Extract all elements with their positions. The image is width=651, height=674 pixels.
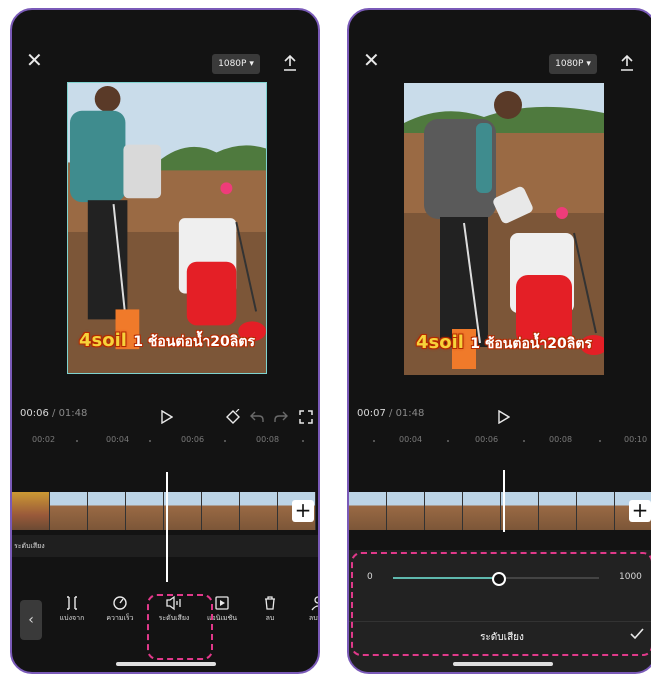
clip-thumbnail	[240, 492, 278, 530]
tool-delete[interactable]: ลบ	[246, 595, 294, 624]
resolution-dropdown[interactable]: 1080P ▾	[212, 54, 260, 74]
time-total: 01:48	[395, 408, 425, 419]
ruler-dot	[302, 440, 304, 442]
caption-main: 4soil	[79, 330, 127, 351]
clip-thumbnail	[164, 492, 202, 530]
play-icon[interactable]	[161, 410, 173, 424]
time-separator: /	[48, 408, 59, 419]
clip-thumbnail	[12, 492, 50, 530]
tool-remove-background[interactable]: ลบพื้น	[294, 595, 318, 624]
tool-label: ลบ	[265, 614, 275, 622]
clip-thumbnail	[126, 492, 164, 530]
ruler-dot	[523, 440, 525, 442]
clip-thumbnail	[50, 492, 88, 530]
clip-thumbnail	[577, 492, 615, 530]
video-caption: 4soil 1 ช้อนต่อน้ำ20ลิตร	[408, 332, 600, 355]
clip-thumbnail	[349, 492, 387, 530]
caption-rest: 1 ช้อนต่อน้ำ20ลิตร	[470, 336, 592, 352]
clip-thumbnail	[463, 492, 501, 530]
remove-bg-icon	[311, 596, 318, 611]
video-caption: 4soil 1 ช้อนต่อน้ำ20ลิตร	[72, 330, 262, 353]
export-icon[interactable]	[619, 54, 635, 72]
clip-thumbnail	[501, 492, 539, 530]
add-clip-button[interactable]: +	[292, 500, 314, 522]
ruler-tick: 00:02	[32, 435, 56, 444]
time-separator: /	[385, 408, 396, 419]
resolution-label: 1080P	[218, 59, 247, 69]
volume-tool-highlight	[147, 594, 213, 660]
audio-track[interactable]: ระดับเสียง	[12, 535, 318, 557]
split-icon	[67, 596, 77, 610]
tool-label: ความเร็ว	[106, 614, 134, 622]
speed-icon	[113, 596, 127, 610]
tool-label: แบ่งจาก	[59, 614, 85, 622]
ruler-tick: 00:04	[106, 435, 130, 444]
time-current: 00:07	[357, 408, 386, 419]
delete-icon	[265, 596, 275, 610]
ruler-tick: 00:06	[181, 435, 205, 444]
volume-panel-highlight	[351, 552, 651, 656]
timeline-ruler: 00:02 00:04 00:06 00:08	[12, 435, 318, 449]
fullscreen-icon[interactable]	[299, 410, 313, 424]
ruler-dot	[447, 440, 449, 442]
timecode: 00:06 / 01:48	[20, 408, 87, 419]
add-clip-button[interactable]: +	[629, 500, 651, 522]
right-phone-screen: ✕ 1080P ▾ 4soil 1 ช้อนต่อน้ำ20ลิตร 00:07…	[347, 8, 651, 674]
undo-icon[interactable]	[250, 411, 264, 423]
export-icon[interactable]	[282, 54, 298, 72]
video-preview[interactable]: 4soil 1 ช้อนต่อน้ำ20ลิตร	[67, 82, 267, 374]
ruler-dot	[599, 440, 601, 442]
ruler-tick: 00:10	[624, 435, 648, 444]
ruler-dot	[373, 440, 375, 442]
ruler-dot	[76, 440, 78, 442]
tool-split[interactable]: แบ่งจาก	[48, 595, 96, 624]
keyframe-icon[interactable]	[225, 409, 241, 425]
caption-rest: 1 ช้อนต่อน้ำ20ลิตร	[133, 334, 255, 350]
animation-icon	[215, 596, 229, 610]
ruler-tick: 00:08	[549, 435, 573, 444]
ruler-tick: 00:04	[399, 435, 423, 444]
playhead[interactable]	[166, 472, 168, 582]
resolution-label: 1080P	[555, 59, 584, 69]
play-icon[interactable]	[498, 410, 510, 424]
timeline-ruler: 00:04 00:06 00:08 00:10	[349, 435, 651, 449]
clip-thumbnail	[88, 492, 126, 530]
clip-thumbnail	[539, 492, 577, 530]
home-indicator	[116, 662, 216, 666]
timecode: 00:07 / 01:48	[357, 408, 424, 419]
clip-thumbnail	[202, 492, 240, 530]
redo-icon[interactable]	[274, 411, 288, 423]
time-total: 01:48	[58, 408, 88, 419]
time-current: 00:06	[20, 408, 49, 419]
resolution-dropdown[interactable]: 1080P ▾	[549, 54, 597, 74]
playhead[interactable]	[503, 470, 505, 532]
ruler-tick: 00:08	[256, 435, 280, 444]
ruler-dot	[149, 440, 151, 442]
audio-track-label: ระดับเสียง	[14, 542, 45, 550]
ruler-tick: 00:06	[475, 435, 499, 444]
clip-thumbnail	[387, 492, 425, 530]
tool-label: ลบพื้น	[308, 614, 318, 622]
video-clip-strip[interactable]	[349, 492, 651, 530]
clip-thumbnail	[425, 492, 463, 530]
tool-speed[interactable]: ความเร็ว	[96, 595, 144, 624]
home-indicator	[453, 662, 553, 666]
close-icon[interactable]: ✕	[26, 50, 43, 70]
video-preview[interactable]: 4soil 1 ช้อนต่อน้ำ20ลิตร	[404, 83, 604, 375]
left-phone-screen: ✕ 1080P ▾ 4soil 1 ช้อนต่อน้ำ20ลิตร 00:06…	[10, 8, 320, 674]
ruler-dot	[224, 440, 226, 442]
caption-main: 4soil	[416, 332, 464, 353]
close-icon[interactable]: ✕	[363, 50, 380, 70]
